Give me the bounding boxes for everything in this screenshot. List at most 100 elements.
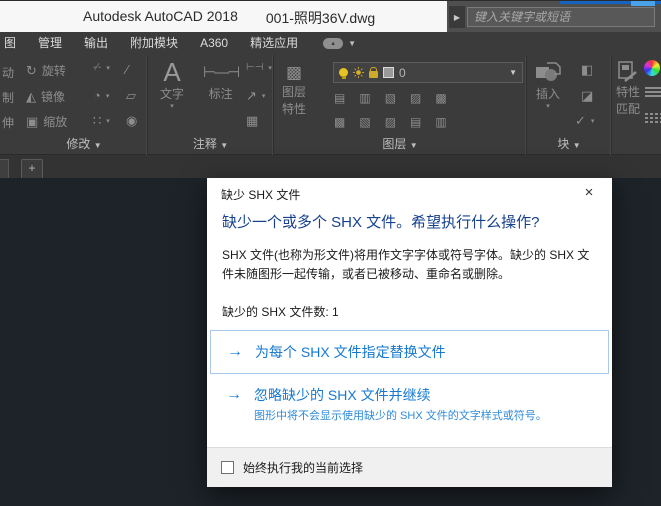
lineweight-icon[interactable] bbox=[645, 85, 661, 99]
layer-tools-row2[interactable]: ▩ ▧ ▨ ▤ ▥ bbox=[334, 115, 447, 129]
layer-match-icon: ▩ bbox=[435, 91, 446, 105]
erase-tool[interactable]: ∕ bbox=[126, 62, 128, 77]
dialog-footer: 始终执行我的当前选择 bbox=[207, 447, 612, 487]
tab-output[interactable]: 输出 bbox=[73, 32, 119, 55]
new-drawing-tab-button[interactable]: + bbox=[21, 159, 43, 178]
dim-style-tool[interactable]: ⊢⊣ ▾ bbox=[246, 62, 272, 73]
erase-icon: ∕ bbox=[126, 62, 128, 77]
dialog-title: 缺少 SHX 文件 bbox=[221, 186, 300, 203]
app-title: Autodesk AutoCAD 2018 bbox=[83, 8, 238, 28]
text-icon: A bbox=[163, 59, 180, 85]
linetype-icon[interactable] bbox=[645, 111, 661, 125]
layer-on-all-icon: ▨ bbox=[385, 115, 396, 129]
dialog-close-button[interactable]: × bbox=[576, 180, 602, 206]
tab-addins[interactable]: 附加模块 bbox=[119, 32, 189, 55]
missing-file-count: 缺少的 SHX 文件数: 1 bbox=[222, 303, 339, 320]
panel-layers: ▩ 图层 特性 0 ▼ bbox=[274, 55, 527, 155]
text-tool[interactable]: A 文字 ▾ bbox=[160, 59, 184, 110]
copy-tool-partial[interactable]: 制 bbox=[2, 89, 14, 106]
ignore-and-continue-option[interactable]: → 忽略缺少的 SHX 文件并继续 bbox=[226, 385, 431, 405]
block-edit-icon: ◧ bbox=[581, 62, 593, 78]
match-properties-button[interactable]: 特性 匹配 bbox=[616, 61, 640, 117]
document-name: 001-照明36V.dwg bbox=[266, 8, 375, 28]
explode-tool[interactable]: ▱ bbox=[126, 88, 136, 104]
block-edit-tool[interactable]: ◧ bbox=[581, 62, 593, 78]
explode-icon: ▱ bbox=[126, 88, 136, 104]
leader-icon: ↗ bbox=[246, 88, 257, 104]
leader-tool[interactable]: ↗ ▾ bbox=[246, 88, 265, 104]
oval-glyph-icon: ▲ bbox=[330, 41, 336, 47]
offset-tool[interactable]: ◉ bbox=[126, 113, 137, 129]
dialog-title-bar[interactable]: 缺少 SHX 文件 × bbox=[207, 178, 612, 208]
tab-featured-apps[interactable]: 精选应用 bbox=[239, 32, 309, 55]
play-icon: ▶ bbox=[454, 13, 460, 22]
fillet-tool[interactable]: ◔ ▾ bbox=[93, 88, 109, 103]
panel-label-layers[interactable]: 图层 ▼ bbox=[274, 135, 526, 152]
panel-label-block[interactable]: 块 ▼ bbox=[527, 135, 611, 152]
panel-annotate: A 文字 ▾ ⊢—⊣ 标注 ⊢⊣ ▾ ↗ ▾ ▦ 注释 ▼ bbox=[148, 55, 274, 155]
panel-caret-icon: ▼ bbox=[220, 141, 228, 150]
always-perform-checkbox[interactable] bbox=[221, 461, 234, 474]
ribbon-collapse-caret-icon[interactable]: ▼ bbox=[348, 39, 356, 48]
layer-thaw-icon bbox=[353, 67, 364, 78]
block-attrib-tool[interactable]: ✓ ▾ bbox=[575, 113, 594, 129]
layer-combo[interactable]: 0 ▼ bbox=[333, 62, 523, 83]
table-tool[interactable]: ▦ bbox=[246, 113, 258, 129]
current-layer-name: 0 bbox=[399, 66, 504, 80]
offset-icon: ◉ bbox=[126, 113, 137, 129]
layer-on-icon bbox=[339, 68, 348, 77]
trim-tool[interactable]: -∕- ▾ bbox=[93, 62, 110, 73]
ribbon-tab-bar: 图 管理 输出 附加模块 A360 精选应用 ▲ ▼ bbox=[0, 32, 661, 55]
fillet-icon: ◔ bbox=[93, 88, 101, 103]
color-wheel-icon[interactable] bbox=[644, 60, 660, 76]
panel-caret-icon: ▼ bbox=[410, 141, 418, 150]
layer-prev-icon: ▥ bbox=[435, 115, 446, 129]
scale-tool[interactable]: ▣ 缩放 bbox=[26, 113, 67, 130]
panel-block: 插入 ▾ ◧ ◪ ✓ ▾ 块 ▼ bbox=[527, 55, 612, 155]
search-input[interactable] bbox=[467, 7, 655, 27]
dialog-heading: 缺少一个或多个 SHX 文件。希望执行什么操作? bbox=[222, 211, 540, 232]
tab-a360[interactable]: A360 bbox=[189, 32, 239, 55]
panel-caret-icon: ▼ bbox=[573, 141, 581, 150]
layer-color-swatch bbox=[383, 67, 394, 78]
insert-block-button[interactable]: 插入 ▾ bbox=[535, 61, 561, 110]
rotate-tool[interactable]: ↻ 旋转 bbox=[26, 62, 66, 79]
mirror-icon: ◭ bbox=[26, 89, 36, 105]
panel-label-annotate[interactable]: 注释 ▼ bbox=[148, 135, 273, 152]
panel-caret-icon: ▼ bbox=[94, 141, 102, 150]
stretch-tool-partial[interactable]: 伸 bbox=[2, 114, 14, 131]
array-icon: ∷ bbox=[93, 113, 101, 129]
file-tab-bar: + bbox=[0, 155, 661, 178]
block-attrib-icon: ✓ bbox=[575, 113, 586, 129]
dim-style-icon: ⊢⊣ bbox=[246, 62, 263, 73]
autocad-window: Autodesk AutoCAD 2018 001-照明36V.dwg ▶ 图 … bbox=[0, 0, 661, 506]
array-caret-icon: ▾ bbox=[106, 117, 110, 125]
array-tool[interactable]: ∷ ▾ bbox=[93, 113, 110, 129]
layer-unisolate-icon: ▩ bbox=[334, 115, 345, 129]
ribbon-options-icon[interactable]: ▲ bbox=[323, 38, 343, 49]
panel-label-modify[interactable]: 修改 ▼ bbox=[21, 135, 147, 152]
mirror-tool[interactable]: ◭ 镜像 bbox=[26, 88, 65, 105]
always-perform-label: 始终执行我的当前选择 bbox=[243, 459, 363, 476]
trim-caret-icon: ▾ bbox=[106, 64, 110, 72]
search-expand-button[interactable]: ▶ bbox=[449, 6, 465, 28]
specify-replacement-option[interactable]: → 为每个 SHX 文件指定替换文件 bbox=[210, 330, 609, 374]
layer-tools-row1[interactable]: ▤ ▥ ▧ ▨ ▩ bbox=[334, 91, 447, 105]
tab-view[interactable]: 图 bbox=[0, 32, 27, 55]
trim-icon: -∕- bbox=[93, 62, 101, 73]
panel-properties: 特性 匹配 bbox=[612, 55, 661, 155]
block-create-tool[interactable]: ◪ bbox=[581, 88, 593, 104]
insert-caret-icon: ▾ bbox=[546, 102, 550, 110]
arrow-right-icon: → bbox=[226, 386, 242, 404]
ignore-and-continue-label: 忽略缺少的 SHX 文件并继续 bbox=[254, 385, 431, 405]
layer-lock-icon: ▨ bbox=[410, 91, 421, 105]
dimension-tool[interactable]: ⊢—⊣ 标注 bbox=[203, 61, 238, 102]
layer-isolate-icon: ▤ bbox=[334, 91, 345, 105]
move-tool-partial[interactable]: 动 bbox=[2, 64, 14, 81]
table-icon: ▦ bbox=[246, 113, 258, 129]
tab-manage[interactable]: 管理 bbox=[27, 32, 73, 55]
layer-properties-button[interactable]: ▩ 图层 特性 bbox=[282, 63, 306, 117]
combo-caret-icon: ▼ bbox=[509, 68, 517, 77]
file-tab-partial[interactable] bbox=[0, 159, 9, 178]
arrow-right-icon: → bbox=[227, 343, 243, 361]
